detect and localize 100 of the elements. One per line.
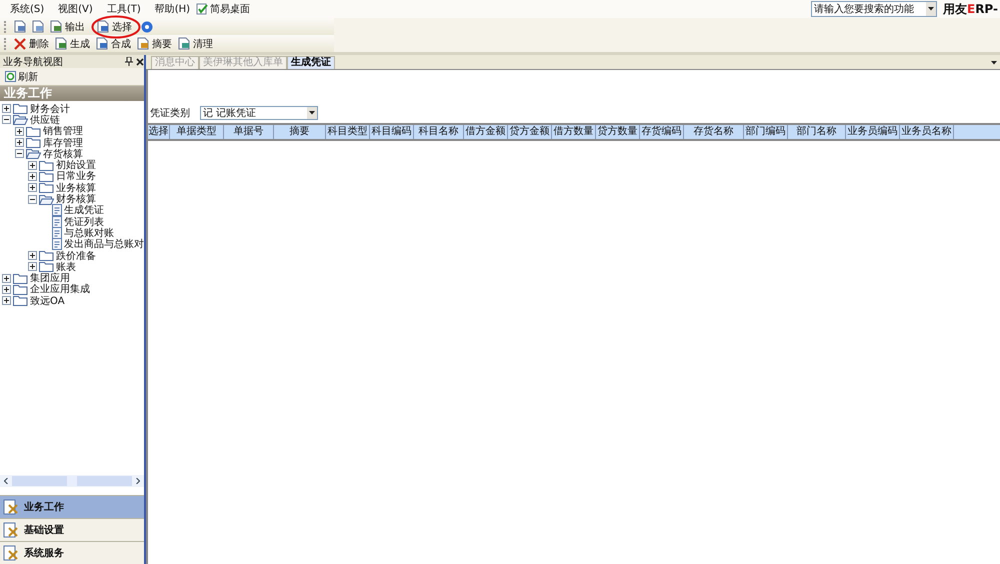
- menu-item[interactable]: 系统(S): [10, 2, 44, 16]
- expander-icon[interactable]: [28, 251, 37, 260]
- column-header: 选择: [148, 125, 170, 139]
- caret-icon: [309, 111, 315, 115]
- expander-icon[interactable]: [2, 274, 11, 283]
- folder-icon: [26, 137, 41, 148]
- scroll-left-icon[interactable]: [4, 478, 8, 484]
- toolbar-button[interactable]: 输出: [47, 18, 88, 34]
- help-icon: [141, 20, 153, 32]
- column-header: 摘要: [274, 125, 326, 139]
- tree-item[interactable]: 发出商品与总账对: [64, 237, 144, 252]
- tree-item[interactable]: 企业应用集成: [30, 282, 90, 296]
- menu-item[interactable]: 视图(V): [58, 2, 93, 16]
- toolbar-button[interactable]: 生成: [52, 36, 93, 52]
- document-icon: [52, 238, 62, 250]
- expander-icon[interactable]: [28, 183, 37, 192]
- expander-icon[interactable]: [2, 115, 11, 124]
- document-icon: [52, 226, 62, 239]
- panel-title: 业务导航视图: [3, 56, 64, 68]
- document-icon: [178, 37, 190, 50]
- expander-icon[interactable]: [15, 149, 24, 158]
- document-icon: [55, 37, 67, 50]
- column-header: 部门编码: [744, 125, 788, 139]
- folder-icon: [13, 272, 28, 284]
- tree-item[interactable]: 致远OA: [30, 294, 65, 308]
- menu-item[interactable]: 工具(T): [106, 2, 141, 16]
- toolbar-button[interactable]: 删除: [11, 36, 52, 52]
- scroll-right-icon[interactable]: [136, 478, 140, 484]
- navigation-button[interactable]: 系统服务: [0, 541, 144, 564]
- document-icon: [52, 204, 62, 216]
- column-header: 业务员编码: [846, 125, 900, 139]
- expander-icon[interactable]: [28, 262, 37, 272]
- folder-icon: [26, 148, 41, 160]
- refresh-button[interactable]: 刷新: [5, 70, 38, 84]
- toolbar-button[interactable]: 清理: [175, 36, 216, 52]
- document-icon: [32, 20, 44, 33]
- scroll-thumb[interactable]: [67, 476, 77, 486]
- voucher-type-dropdown[interactable]: 记 记账凭证: [200, 106, 318, 120]
- folder-icon: [39, 261, 54, 272]
- tools-icon: [3, 522, 19, 538]
- search-field[interactable]: 请输入您要搜索的功能: [810, 1, 937, 17]
- column-header: 存货名称: [684, 125, 744, 139]
- folder-icon: [39, 250, 54, 261]
- dropdown-icon[interactable]: [991, 61, 997, 65]
- document-icon: [137, 37, 149, 50]
- toolbar-button[interactable]: 合成: [93, 36, 134, 52]
- tree-item[interactable]: 销售管理: [43, 124, 83, 138]
- column-header: 科目名称: [414, 125, 464, 139]
- expander-icon[interactable]: [2, 104, 11, 114]
- pin-icon[interactable]: [125, 57, 133, 66]
- column-header: 贷方数量: [596, 125, 640, 139]
- document-icon: [52, 216, 62, 228]
- navigation-button[interactable]: 基础设置: [0, 518, 144, 541]
- column-header: 科目编码: [370, 125, 414, 139]
- expander-icon[interactable]: [2, 296, 11, 306]
- menu-item[interactable]: 帮助(H): [154, 2, 190, 16]
- expander-icon[interactable]: [28, 194, 37, 204]
- tree-item[interactable]: 业务核算: [56, 180, 96, 195]
- close-icon[interactable]: [136, 58, 144, 66]
- tree-item[interactable]: 日常业务: [56, 169, 96, 184]
- folder-icon: [26, 126, 41, 137]
- column-header: 单据类型: [170, 125, 224, 139]
- folder-icon: [39, 170, 54, 182]
- toolbar-button[interactable]: 摘要: [134, 36, 175, 52]
- folder-icon: [13, 114, 28, 126]
- folder-icon: [13, 295, 28, 306]
- expander-icon[interactable]: [28, 160, 37, 170]
- document-icon: [97, 20, 109, 33]
- column-header: 借方金额: [464, 125, 508, 139]
- column-header: 部门名称: [788, 125, 846, 139]
- expander-icon[interactable]: [15, 138, 24, 148]
- column-header: 借方数量: [552, 125, 596, 139]
- tools-icon: [3, 545, 19, 561]
- desktop-icon: [196, 3, 208, 15]
- navigation-button[interactable]: 业务工作: [0, 495, 144, 518]
- caret-icon: [928, 7, 934, 11]
- tab[interactable]: 生成凭证: [287, 56, 335, 69]
- document-icon: [14, 20, 26, 33]
- expander-icon[interactable]: [2, 284, 11, 294]
- tools-icon: [3, 499, 19, 515]
- dropdown-button[interactable]: [926, 2, 936, 16]
- folder-icon: [39, 194, 54, 205]
- folder-icon: [39, 182, 54, 194]
- expander-icon[interactable]: [28, 172, 37, 181]
- column-header: 存货编码: [640, 125, 684, 139]
- section-header: 业务工作: [0, 86, 144, 101]
- logo: 用友ERP-: [942, 0, 998, 18]
- column-header: 单据号: [224, 125, 274, 139]
- horizontal-scrollbar[interactable]: [0, 475, 144, 487]
- menu-item[interactable]: 简易桌面: [210, 2, 250, 16]
- folder-icon: [39, 160, 54, 171]
- field-label: 凭证类别: [150, 106, 191, 120]
- tree-item[interactable]: 生成凭证: [64, 203, 104, 218]
- folder-icon: [13, 103, 28, 114]
- column-header: 业务员名称: [900, 125, 954, 139]
- column-header: 科目类型: [326, 125, 370, 139]
- refresh-icon: [5, 71, 16, 82]
- column-header: 贷方金额: [508, 125, 552, 139]
- expander-icon[interactable]: [15, 126, 24, 136]
- document-icon: [50, 20, 62, 33]
